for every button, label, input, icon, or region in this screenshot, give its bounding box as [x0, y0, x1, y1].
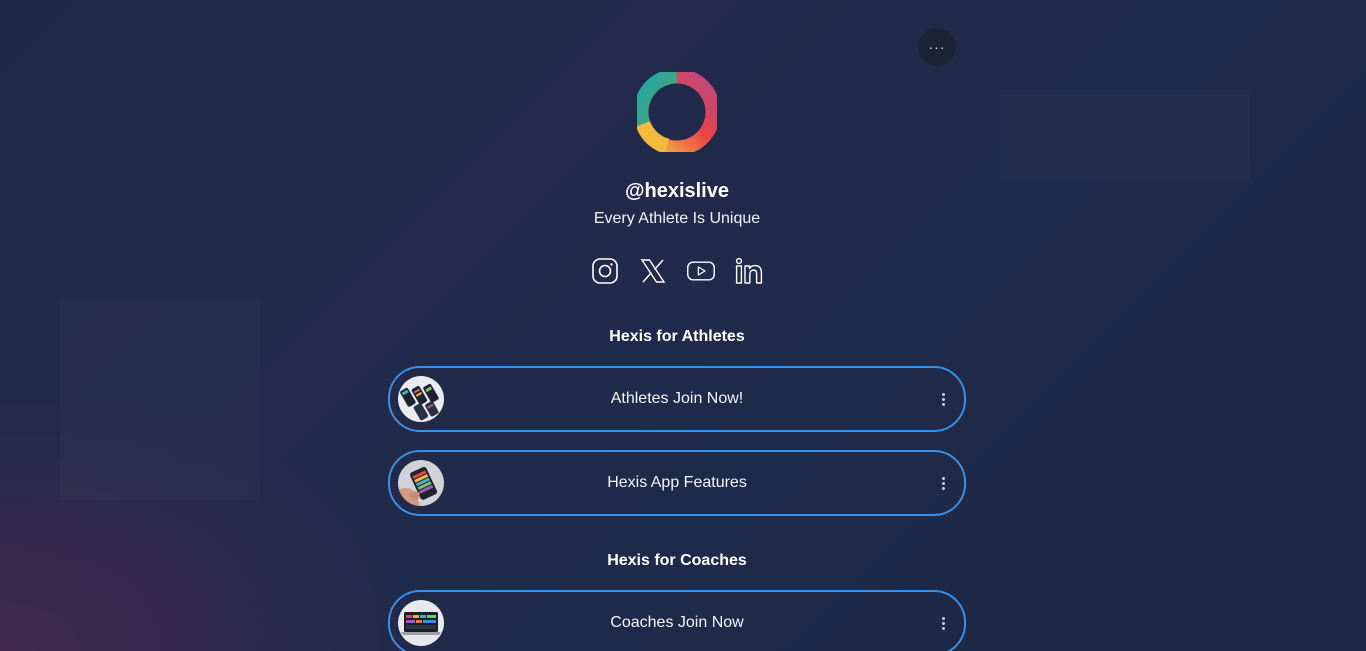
link-options-button[interactable]: [936, 473, 950, 493]
social-links: [590, 256, 764, 286]
x-twitter-link[interactable]: [638, 256, 668, 286]
kebab-dot: [941, 402, 945, 406]
link-athletes-join[interactable]: Athletes Join Now!: [388, 366, 966, 432]
link-label: Athletes Join Now!: [610, 390, 744, 407]
section-title-athletes: Hexis for Athletes: [609, 328, 745, 345]
x-twitter-icon: [640, 259, 666, 283]
kebab-dot: [941, 397, 945, 401]
kebab-dot: [941, 616, 945, 620]
kebab-dot: [941, 392, 945, 396]
kebab-dot: [941, 621, 945, 625]
link-options-button[interactable]: [936, 389, 950, 409]
laptop-dashboard-image: [398, 600, 444, 646]
instagram-icon: [592, 258, 618, 284]
background-glow: [0, 391, 420, 651]
hexis-logo: [637, 72, 717, 152]
kebab-dot: [941, 476, 945, 480]
link-label: Hexis App Features: [607, 474, 747, 491]
kebab-dot: [941, 481, 945, 485]
profile-container: @hexislive Every Athlete Is Unique Hexis…: [388, 0, 966, 651]
phones-stack-image: [398, 376, 444, 422]
section-title-coaches: Hexis for Coaches: [607, 552, 747, 569]
youtube-link[interactable]: [686, 256, 716, 286]
link-app-features[interactable]: Hexis App Features: [388, 450, 966, 516]
link-options-button[interactable]: [936, 613, 950, 633]
link-label: Coaches Join Now: [610, 614, 744, 631]
kebab-dot: [941, 486, 945, 490]
profile-handle: @hexislive: [624, 180, 729, 202]
linkedin-icon: [735, 257, 763, 284]
profile-bio: Every Athlete Is Unique: [593, 210, 761, 227]
youtube-icon: [687, 261, 715, 281]
hand-phone-image: [398, 460, 444, 506]
instagram-link[interactable]: [590, 256, 620, 286]
linkedin-link[interactable]: [734, 256, 764, 286]
background-pattern: [1000, 90, 1250, 180]
link-coaches-join[interactable]: Coaches Join Now: [388, 590, 966, 651]
kebab-dot: [941, 626, 945, 630]
background-pattern: [60, 300, 260, 500]
